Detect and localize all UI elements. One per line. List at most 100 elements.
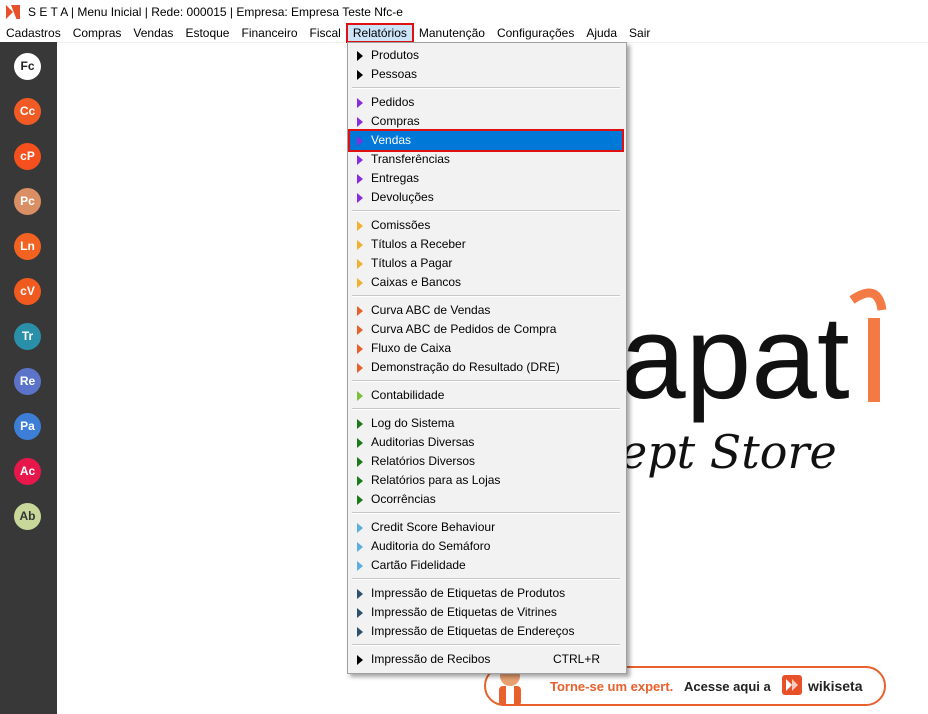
menu-item-label: Devoluções bbox=[371, 190, 434, 204]
menu-item-vendas[interactable]: Vendas bbox=[348, 129, 624, 152]
menu-separator bbox=[352, 210, 620, 212]
submenu-arrow-icon bbox=[357, 655, 363, 665]
menu-item-impressao-de-recibos[interactable]: Impressão de Recibos CTRL+R bbox=[350, 650, 622, 669]
menu-separator bbox=[352, 380, 620, 382]
menu-fiscal[interactable]: Fiscal bbox=[304, 24, 347, 42]
menu-separator bbox=[352, 408, 620, 410]
background-logo-text: apat bbox=[620, 292, 850, 424]
menu-estoque[interactable]: Estoque bbox=[179, 24, 235, 42]
menu-item-credit-score-behaviour[interactable]: Credit Score Behaviour bbox=[350, 518, 622, 537]
menu-item-transferencias[interactable]: Transferências bbox=[350, 150, 622, 169]
menu-item-fluxo-de-caixa[interactable]: Fluxo de Caixa bbox=[350, 339, 622, 358]
menu-vendas[interactable]: Vendas bbox=[127, 24, 179, 42]
sidebar-button-pc[interactable]: Pc bbox=[14, 188, 41, 215]
title-bar: S E T A | Menu Inicial | Rede: 000015 | … bbox=[0, 0, 928, 24]
menu-item-cartao-fidelidade[interactable]: Cartão Fidelidade bbox=[350, 556, 622, 575]
menu-item-entregas[interactable]: Entregas bbox=[350, 169, 622, 188]
menu-item-label: Auditoria do Semáforo bbox=[371, 539, 491, 553]
menu-item-titulos-a-receber[interactable]: Títulos a Receber bbox=[350, 235, 622, 254]
submenu-arrow-icon bbox=[357, 136, 363, 146]
sidebar-button-pa[interactable]: Pa bbox=[14, 413, 41, 440]
menu-item-label: Títulos a Receber bbox=[371, 237, 466, 251]
menu-item-log-do-sistema[interactable]: Log do Sistema bbox=[350, 414, 622, 433]
menu-configuracoes[interactable]: Configurações bbox=[491, 24, 580, 42]
menu-sair[interactable]: Sair bbox=[623, 24, 656, 42]
menu-cadastros[interactable]: Cadastros bbox=[0, 24, 67, 42]
menu-ajuda[interactable]: Ajuda bbox=[580, 24, 623, 42]
sidebar-button-cv[interactable]: cV bbox=[14, 278, 41, 305]
cta-text-dark: Acesse aqui a bbox=[684, 679, 771, 694]
menu-item-auditorias-diversas[interactable]: Auditorias Diversas bbox=[350, 433, 622, 452]
menu-item-devolucoes[interactable]: Devoluções bbox=[350, 188, 622, 207]
menu-bar: Cadastros Compras Vendas Estoque Financeiro F… bbox=[0, 23, 928, 43]
menu-item-label: Vendas bbox=[371, 133, 412, 147]
sidebar-button-fc[interactable]: Fc bbox=[14, 53, 41, 80]
menu-item-label: Comissões bbox=[371, 218, 431, 232]
menu-item-label: Fluxo de Caixa bbox=[371, 341, 452, 355]
sidebar-button-tr[interactable]: Tr bbox=[14, 323, 41, 350]
menu-compras[interactable]: Compras bbox=[67, 24, 128, 42]
menu-item-label: Pedidos bbox=[371, 95, 415, 109]
menu-item-label: Contabilidade bbox=[371, 388, 445, 402]
submenu-arrow-icon bbox=[357, 193, 363, 203]
menu-item-label: Pessoas bbox=[371, 67, 418, 81]
wikiseta-logo-icon bbox=[782, 675, 802, 695]
submenu-arrow-icon bbox=[357, 174, 363, 184]
menu-item-label: Log do Sistema bbox=[371, 416, 455, 430]
sidebar-button-ac[interactable]: Ac bbox=[14, 458, 41, 485]
menu-separator bbox=[352, 578, 620, 580]
submenu-arrow-icon bbox=[357, 51, 363, 61]
submenu-arrow-icon bbox=[357, 325, 363, 335]
menu-item-pedidos[interactable]: Pedidos bbox=[350, 93, 622, 112]
submenu-arrow-icon bbox=[357, 438, 363, 448]
menu-item-demonstracao-do-resultado-dre[interactable]: Demonstração do Resultado (DRE) bbox=[350, 358, 622, 377]
submenu-arrow-icon bbox=[357, 561, 363, 571]
menu-item-label: Impressão de Etiquetas de Endereços bbox=[371, 624, 575, 638]
window-title: S E T A | Menu Inicial | Rede: 000015 | … bbox=[28, 5, 403, 19]
menu-item-ocorrencias[interactable]: Ocorrências bbox=[350, 490, 622, 509]
menu-item-pessoas[interactable]: Pessoas bbox=[350, 65, 622, 84]
menu-relatorios[interactable]: Relatórios bbox=[345, 23, 414, 43]
menu-item-label: Relatórios para as Lojas bbox=[371, 473, 501, 487]
menu-item-produtos[interactable]: Produtos bbox=[350, 46, 622, 65]
submenu-arrow-icon bbox=[357, 589, 363, 599]
menu-item-curva-abc-de-vendas[interactable]: Curva ABC de Vendas bbox=[350, 301, 622, 320]
menu-item-impressao-de-etiquetas-de-enderecos[interactable]: Impressão de Etiquetas de Endereços bbox=[350, 622, 622, 641]
submenu-arrow-icon bbox=[357, 278, 363, 288]
menu-item-comissoes[interactable]: Comissões bbox=[350, 216, 622, 235]
sidebar-button-ln[interactable]: Ln bbox=[14, 233, 41, 260]
submenu-arrow-icon bbox=[357, 70, 363, 80]
menu-item-label: Demonstração do Resultado (DRE) bbox=[371, 360, 560, 374]
menu-item-compras[interactable]: Compras bbox=[350, 112, 622, 131]
menu-item-contabilidade[interactable]: Contabilidade bbox=[350, 386, 622, 405]
menu-separator bbox=[352, 512, 620, 514]
menu-financeiro[interactable]: Financeiro bbox=[235, 24, 303, 42]
background-brand-logo: apat ept Store bbox=[620, 288, 887, 479]
menu-item-auditoria-do-semaforo[interactable]: Auditoria do Semáforo bbox=[350, 537, 622, 556]
submenu-arrow-icon bbox=[357, 306, 363, 316]
submenu-arrow-icon bbox=[357, 363, 363, 373]
submenu-arrow-icon bbox=[357, 259, 363, 269]
menu-item-relatorios-diversos[interactable]: Relatórios Diversos bbox=[350, 452, 622, 471]
menu-item-impressao-de-etiquetas-de-produtos[interactable]: Impressão de Etiquetas de Produtos bbox=[350, 584, 622, 603]
reports-dropdown-menu: Produtos Pessoas Pedidos Compras Vendas Trans… bbox=[347, 42, 627, 674]
background-logo-subtitle: ept Store bbox=[620, 425, 837, 479]
sidebar-button-cc[interactable]: Cc bbox=[14, 98, 41, 125]
menu-item-relatorios-para-as-lojas[interactable]: Relatórios para as Lojas bbox=[350, 471, 622, 490]
submenu-arrow-icon bbox=[357, 495, 363, 505]
sidebar-button-cp[interactable]: cP bbox=[14, 143, 41, 170]
menu-item-titulos-a-pagar[interactable]: Títulos a Pagar bbox=[350, 254, 622, 273]
menu-item-curva-abc-de-pedidos-de-compra[interactable]: Curva ABC de Pedidos de Compra bbox=[350, 320, 622, 339]
menu-manutencao[interactable]: Manutenção bbox=[413, 24, 491, 42]
menu-item-label: Impressão de Etiquetas de Vitrines bbox=[371, 605, 557, 619]
menu-item-caixas-e-bancos[interactable]: Caixas e Bancos bbox=[350, 273, 622, 292]
submenu-arrow-icon bbox=[357, 221, 363, 231]
sidebar-button-ab[interactable]: Ab bbox=[14, 503, 41, 530]
sidebar-button-re[interactable]: Re bbox=[14, 368, 41, 395]
submenu-arrow-icon bbox=[357, 240, 363, 250]
menu-item-label: Curva ABC de Vendas bbox=[371, 303, 491, 317]
submenu-arrow-icon bbox=[357, 419, 363, 429]
submenu-arrow-icon bbox=[357, 476, 363, 486]
seta-logo-icon bbox=[6, 5, 20, 19]
menu-item-impressao-de-etiquetas-de-vitrines[interactable]: Impressão de Etiquetas de Vitrines bbox=[350, 603, 622, 622]
